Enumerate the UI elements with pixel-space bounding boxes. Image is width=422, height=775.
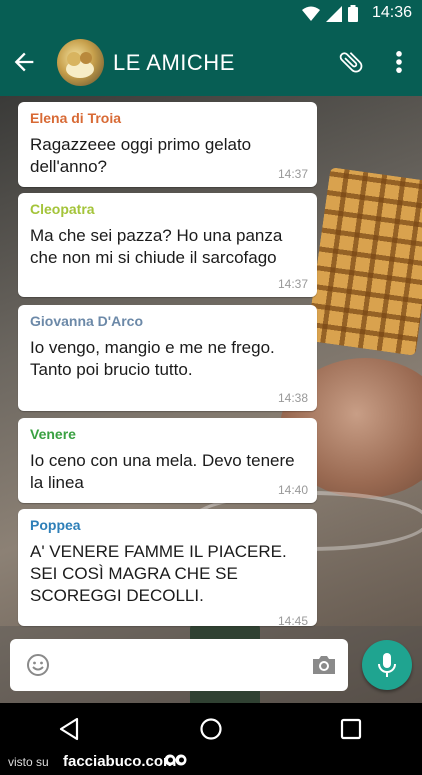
message-text: Ragazzeee oggi primo gelato dell'anno? bbox=[30, 135, 252, 176]
watermark-site[interactable]: facciabuco.com bbox=[63, 753, 176, 770]
attach-icon[interactable] bbox=[337, 48, 365, 76]
message-sender: Venere bbox=[30, 426, 76, 442]
message-text: Io vengo, mangio e me ne frego. Tanto po… bbox=[30, 338, 275, 379]
composer-bar bbox=[0, 626, 422, 703]
status-icons bbox=[302, 5, 358, 22]
avatar-image bbox=[66, 52, 94, 78]
signal-icon bbox=[326, 5, 342, 22]
facciabuco-logo-icon bbox=[164, 754, 187, 766]
wifi-icon bbox=[302, 6, 320, 21]
message-bubble[interactable]: Venere Io ceno con una mela. Devo tenere… bbox=[18, 418, 317, 503]
camera-icon[interactable] bbox=[311, 654, 337, 676]
message-time: 14:37 bbox=[277, 277, 308, 291]
emoji-icon[interactable] bbox=[26, 653, 50, 677]
battery-icon bbox=[348, 5, 358, 22]
message-time: 14:38 bbox=[277, 391, 308, 405]
message-input[interactable] bbox=[10, 639, 348, 691]
message-text: Io ceno con una mela. Devo tenere la lin… bbox=[30, 451, 295, 492]
message-sender: Giovanna D'Arco bbox=[30, 313, 144, 329]
message-bubble[interactable]: Cleopatra Ma che sei pazza? Ho una panza… bbox=[18, 193, 317, 297]
message-text: Ma che sei pazza? Ho una panza che non m… bbox=[30, 226, 283, 267]
watermark-prefix: visto su bbox=[8, 755, 49, 769]
status-bar: 14:36 bbox=[0, 0, 422, 28]
message-text: A' VENERE FAMME IL PIACERE. SEI COSÌ MAG… bbox=[30, 542, 287, 605]
message-sender: Elena di Troia bbox=[30, 110, 122, 126]
more-vert-icon[interactable] bbox=[390, 48, 408, 76]
chat-title[interactable]: LE AMICHE bbox=[113, 50, 235, 76]
message-bubble[interactable]: Elena di Troia Ragazzeee oggi primo gela… bbox=[18, 102, 317, 187]
nav-home-icon[interactable] bbox=[199, 717, 223, 741]
message-time: 14:37 bbox=[277, 167, 308, 181]
chat-header: LE AMICHE bbox=[0, 28, 422, 96]
message-bubble[interactable]: Giovanna D'Arco Io vengo, mangio e me ne… bbox=[18, 305, 317, 411]
back-arrow-icon[interactable] bbox=[10, 48, 38, 76]
nav-recents-icon[interactable] bbox=[340, 718, 362, 740]
message-sender: Poppea bbox=[30, 517, 81, 533]
nav-back-icon[interactable] bbox=[58, 717, 80, 741]
status-time: 14:36 bbox=[371, 4, 412, 21]
message-sender: Cleopatra bbox=[30, 201, 95, 217]
message-bubble[interactable]: Poppea A' VENERE FAMME IL PIACERE. SEI C… bbox=[18, 509, 317, 626]
message-time: 14:40 bbox=[277, 483, 308, 497]
watermark-bar: visto su facciabuco.com bbox=[0, 750, 422, 775]
group-avatar[interactable] bbox=[57, 39, 104, 86]
message-time: 14:45 bbox=[277, 614, 308, 626]
system-nav-bar bbox=[0, 703, 422, 753]
wallpaper-waffle bbox=[306, 167, 422, 356]
mic-button[interactable] bbox=[362, 640, 412, 690]
mic-icon bbox=[378, 653, 396, 677]
